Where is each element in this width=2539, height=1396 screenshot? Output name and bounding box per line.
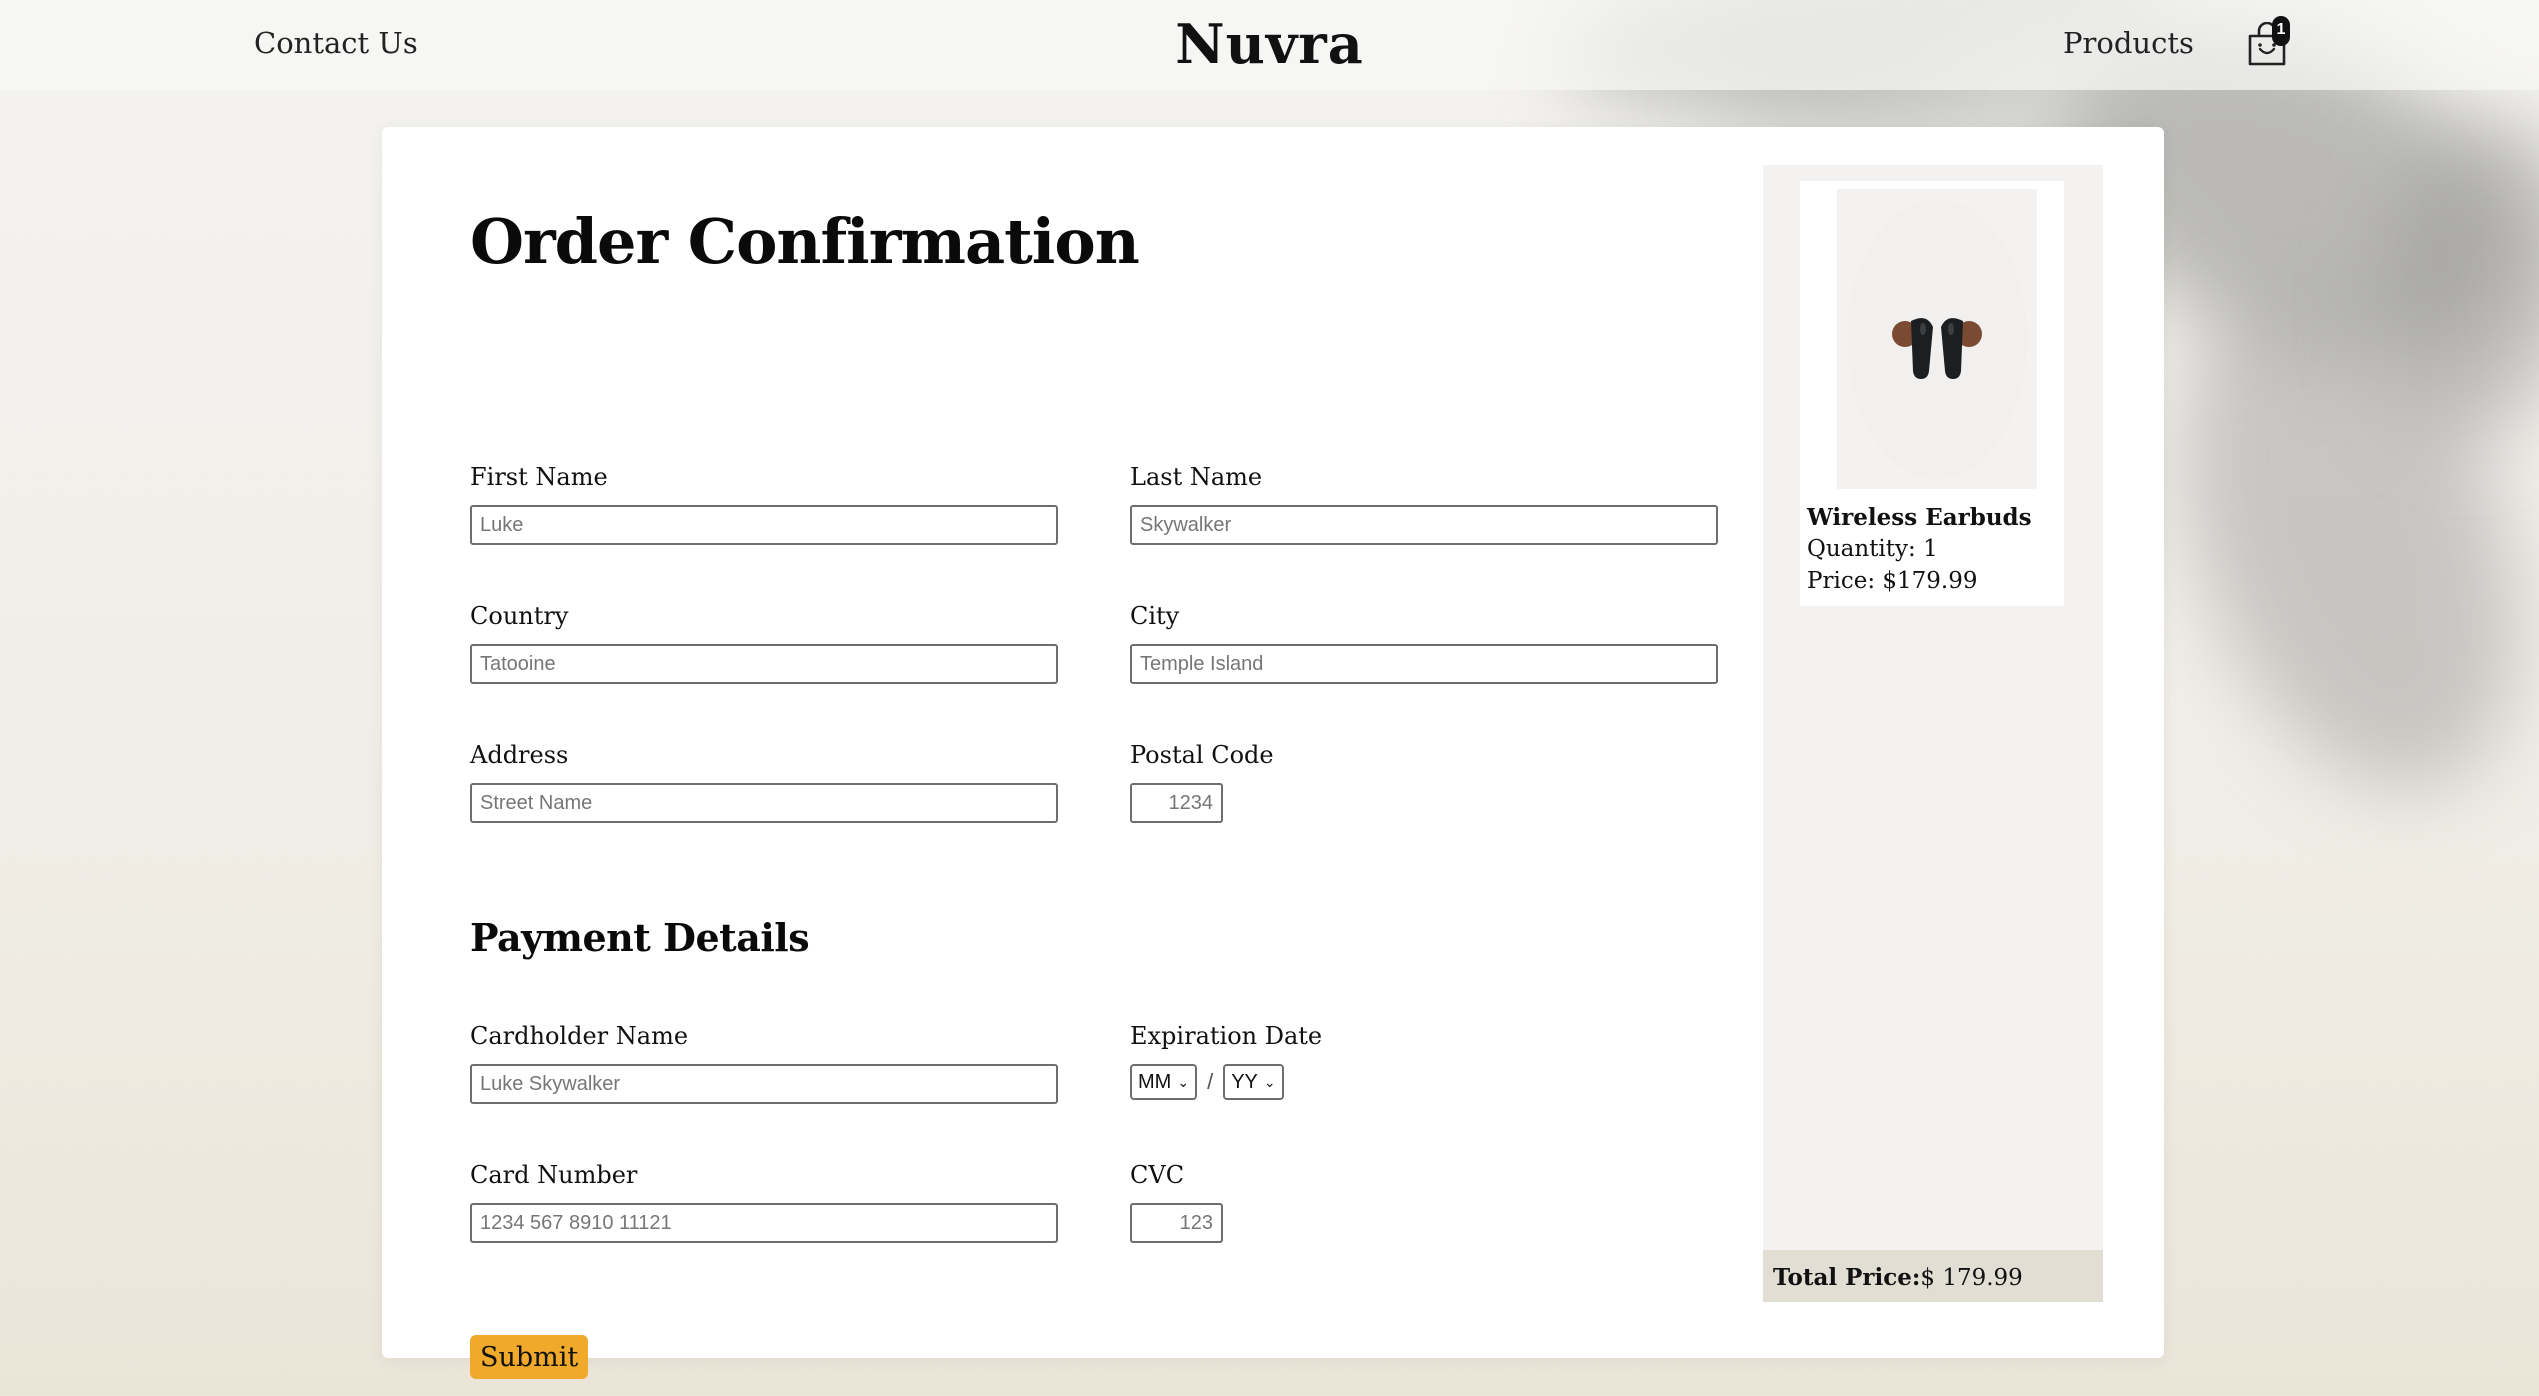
earbuds-image (1837, 189, 2037, 489)
expiration-year-value: YY (1231, 1070, 1258, 1093)
cart-item: Wireless Earbuds Quantity: 1 Price: $179… (1800, 181, 2064, 606)
top-nav: Contact Us Nuvra Products 1 (0, 0, 2539, 90)
date-separator: / (1207, 1069, 1214, 1094)
address-input[interactable] (470, 783, 1058, 823)
postal-code-label: Postal Code (1130, 741, 1274, 769)
page-title: Order Confirmation (470, 205, 1140, 278)
first-name-input[interactable] (470, 505, 1058, 545)
country-input[interactable] (470, 644, 1058, 684)
postal-code-group: Postal Code (1130, 741, 1274, 823)
first-name-label: First Name (470, 463, 608, 491)
product-name: Wireless Earbuds (1807, 504, 2032, 531)
expiration-month-select[interactable]: MM ⌄ (1130, 1064, 1198, 1100)
expiration-month-value: MM (1138, 1070, 1172, 1093)
cart-count-badge: 1 (2272, 16, 2290, 46)
total-price-bar: Total Price:$ 179.99 (1763, 1250, 2103, 1302)
expiration-selects: MM ⌄ / YY ⌄ (1130, 1064, 1322, 1100)
product-price: Price: $179.99 (1807, 568, 1978, 594)
chevron-down-icon: ⌄ (1263, 1073, 1276, 1090)
city-label: City (1130, 602, 1180, 630)
card-number-label: Card Number (470, 1161, 638, 1189)
cvc-group: CVC (1130, 1161, 1223, 1243)
expiration-label: Expiration Date (1130, 1022, 1323, 1050)
payment-details-title: Payment Details (470, 915, 810, 960)
first-name-group: First Name (470, 463, 1058, 545)
country-label: Country (470, 602, 569, 630)
last-name-input[interactable] (1130, 505, 1718, 545)
cardholder-group: Cardholder Name (470, 1022, 1058, 1104)
address-label: Address (470, 741, 569, 769)
order-card: Order Confirmation First Name Last Name … (382, 127, 2164, 1379)
city-group: City (1130, 602, 1718, 684)
last-name-group: Last Name (1130, 463, 1718, 545)
city-input[interactable] (1130, 644, 1718, 684)
cvc-input[interactable] (1130, 1203, 1223, 1243)
card-number-group: Card Number (470, 1161, 1058, 1243)
address-group: Address (470, 741, 1058, 823)
card-number-input[interactable] (470, 1203, 1058, 1243)
product-quantity: Quantity: 1 (1807, 536, 1938, 562)
total-price-label: Total Price: (1773, 1264, 1921, 1291)
cardholder-input[interactable] (470, 1064, 1058, 1104)
last-name-label: Last Name (1130, 463, 1263, 491)
expiration-group: Expiration Date MM ⌄ / YY ⌄ (1130, 1022, 1322, 1100)
earbuds-icon (1847, 199, 2027, 479)
order-form: Order Confirmation First Name Last Name … (470, 205, 1718, 1379)
cart-summary: Wireless Earbuds Quantity: 1 Price: $179… (1763, 165, 2103, 1302)
total-price-value: $ 179.99 (1920, 1265, 2023, 1291)
cardholder-label: Cardholder Name (470, 1022, 689, 1050)
postal-code-input[interactable] (1130, 783, 1223, 823)
submit-button[interactable]: Submit (470, 1335, 589, 1379)
chevron-down-icon: ⌄ (1177, 1073, 1190, 1090)
products-link[interactable]: Products (2063, 26, 2194, 60)
expiration-year-select[interactable]: YY ⌄ (1223, 1064, 1284, 1100)
country-group: Country (470, 602, 1058, 684)
cvc-label: CVC (1130, 1161, 1185, 1189)
